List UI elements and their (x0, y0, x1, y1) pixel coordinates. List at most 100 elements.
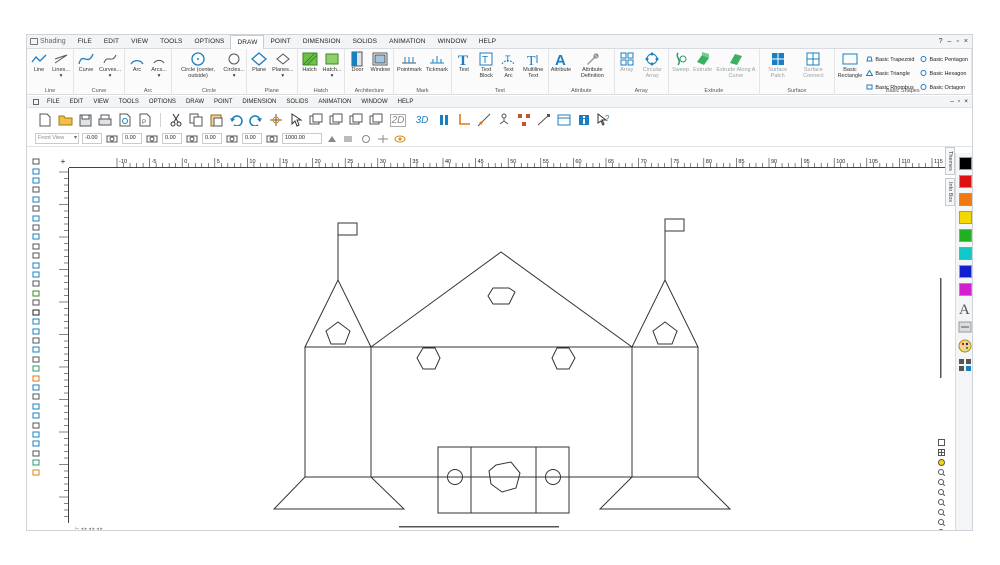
save-icon[interactable] (77, 112, 93, 128)
coord-field-5[interactable]: 0.00 (242, 133, 262, 144)
fillet-icon[interactable] (31, 224, 41, 231)
view-select[interactable]: Front View (35, 133, 79, 144)
grid-settings-icon[interactable] (958, 358, 972, 372)
color-swatch[interactable] (958, 283, 972, 296)
zoom-realtime-icon[interactable] (937, 499, 945, 506)
paint-palette-icon[interactable] (958, 339, 972, 353)
inner-menu-dimension[interactable]: DIMENSION (237, 99, 281, 105)
inner-menu-window[interactable]: WINDOW (356, 99, 392, 105)
offset-icon[interactable] (31, 243, 41, 250)
zoom-object-icon[interactable] (937, 519, 945, 526)
inner-menu-edit[interactable]: EDIT (65, 99, 89, 105)
camera-icon[interactable] (185, 133, 199, 144)
ribbon-tab-window[interactable]: WINDOW (432, 35, 473, 49)
inner-menu-options[interactable]: OPTIONS (144, 99, 181, 105)
side-tab-info-box[interactable]: Info Box (945, 177, 955, 207)
ruler-corner-icon[interactable]: + (57, 156, 69, 168)
zoom-tool-icon[interactable] (31, 356, 41, 363)
drawing-canvas[interactable] (69, 168, 937, 523)
grid-nodes-icon[interactable] (516, 112, 532, 128)
ribbon-tab-options[interactable]: OPTIONS (189, 35, 231, 49)
font-icon[interactable]: A (958, 301, 972, 315)
window-control-0[interactable]: ? (939, 38, 943, 45)
camera-icon[interactable] (265, 133, 279, 144)
print-preview-icon[interactable] (117, 112, 133, 128)
color-swatch[interactable] (958, 211, 972, 224)
export-pdf-icon[interactable]: P (137, 112, 153, 128)
rotate-view-icon[interactable] (325, 133, 339, 144)
section-icon[interactable] (31, 412, 41, 419)
inner-menu-file[interactable]: FILE (42, 99, 65, 105)
pointer-select-icon[interactable] (288, 112, 304, 128)
zoom-extents-icon[interactable] (937, 459, 945, 466)
inner-menu-help[interactable]: HELP (393, 99, 419, 105)
zoom-in-icon[interactable] (937, 469, 945, 476)
horizontal-scrollbar[interactable]: ⊢ ◂ ▸ ◂ ▸ ◂ ▸ (69, 523, 945, 530)
dimension-icon[interactable] (31, 280, 41, 287)
ribbon-tab-solids[interactable]: SOLIDS (347, 35, 383, 49)
new-file-icon[interactable] (37, 112, 53, 128)
eye-view-icon[interactable] (393, 133, 407, 144)
coord-field-2[interactable]: 0.00 (122, 133, 142, 144)
inner-menu-view[interactable]: VIEW (88, 99, 113, 105)
open-folder-icon[interactable] (57, 112, 73, 128)
pan-view-icon[interactable] (342, 133, 356, 144)
side-tab-themes[interactable]: Themes (945, 147, 955, 175)
paste-icon[interactable] (208, 112, 224, 128)
inner-window-control-0[interactable]: – (950, 98, 954, 105)
redo-icon[interactable] (248, 112, 264, 128)
join-icon[interactable] (31, 261, 41, 269)
ortho-icon[interactable] (31, 337, 41, 344)
inner-menu-solids[interactable]: SOLIDS (281, 99, 313, 105)
explode-icon[interactable] (31, 421, 41, 429)
zoom-all-icon[interactable] (937, 509, 945, 516)
window-control-1[interactable]: – (948, 38, 952, 45)
zoom-grid-icon[interactable] (937, 449, 945, 456)
zoom-previous-icon[interactable] (937, 489, 945, 496)
coord-field-3[interactable]: 0.00 (162, 133, 182, 144)
camera-icon[interactable] (105, 133, 119, 144)
node-tree-icon[interactable] (496, 112, 512, 128)
measure-icon[interactable] (476, 112, 492, 128)
scale-icon[interactable] (31, 186, 41, 193)
orbit-view-icon[interactable] (359, 133, 373, 144)
ungroup-icon[interactable] (31, 440, 41, 447)
curve-edit-icon[interactable] (536, 112, 552, 128)
rotate-icon[interactable] (31, 177, 41, 184)
mirror-icon[interactable] (31, 196, 41, 203)
window-control-2[interactable]: ▫ (956, 38, 958, 45)
basic-trapezoid-tool[interactable]: Basic Trapezoid (866, 53, 914, 66)
ribbon-tab-point[interactable]: POINT (264, 35, 296, 49)
help-pointer-icon[interactable]: ? (596, 112, 612, 128)
layer-tool-icon[interactable] (31, 318, 41, 325)
chamfer-icon[interactable] (31, 233, 41, 240)
group-icon[interactable] (31, 431, 41, 438)
info-icon[interactable] (576, 112, 592, 128)
undo-icon[interactable] (228, 112, 244, 128)
ribbon-tab-help[interactable]: HELP (473, 35, 502, 49)
color-swatch[interactable] (958, 265, 972, 278)
color-swatch[interactable] (958, 229, 972, 242)
snap-grid-icon[interactable] (31, 327, 41, 335)
material-icon[interactable] (31, 403, 41, 410)
layer-copy-icon[interactable] (328, 112, 344, 128)
color-fill-icon[interactable] (31, 309, 41, 316)
coord-field-4[interactable]: 0.00 (202, 133, 222, 144)
mode-2d-button[interactable]: 2D (388, 112, 408, 128)
document-icon[interactable] (33, 98, 39, 105)
move-icon[interactable] (31, 167, 41, 175)
basic-pentagon-tool[interactable]: Basic Pentagon (920, 53, 968, 66)
hatch-tool-icon[interactable] (31, 290, 41, 297)
pause-icon[interactable] (436, 112, 452, 128)
ribbon-tab-tools[interactable]: TOOLS (154, 35, 188, 49)
target-view-icon[interactable] (376, 133, 390, 144)
layer-group-icon[interactable] (348, 112, 364, 128)
color-swatch[interactable] (958, 175, 972, 188)
zoom-distance-field[interactable]: 1000.00 (282, 133, 322, 144)
zoom-window-icon[interactable] (937, 439, 945, 446)
panel-layout-icon[interactable] (556, 112, 572, 128)
color-swatch[interactable] (958, 157, 972, 170)
zoom-out-icon[interactable] (937, 479, 945, 486)
inner-menu-tools[interactable]: TOOLS (114, 99, 144, 105)
ribbon-tab-animation[interactable]: ANIMATION (383, 35, 432, 49)
